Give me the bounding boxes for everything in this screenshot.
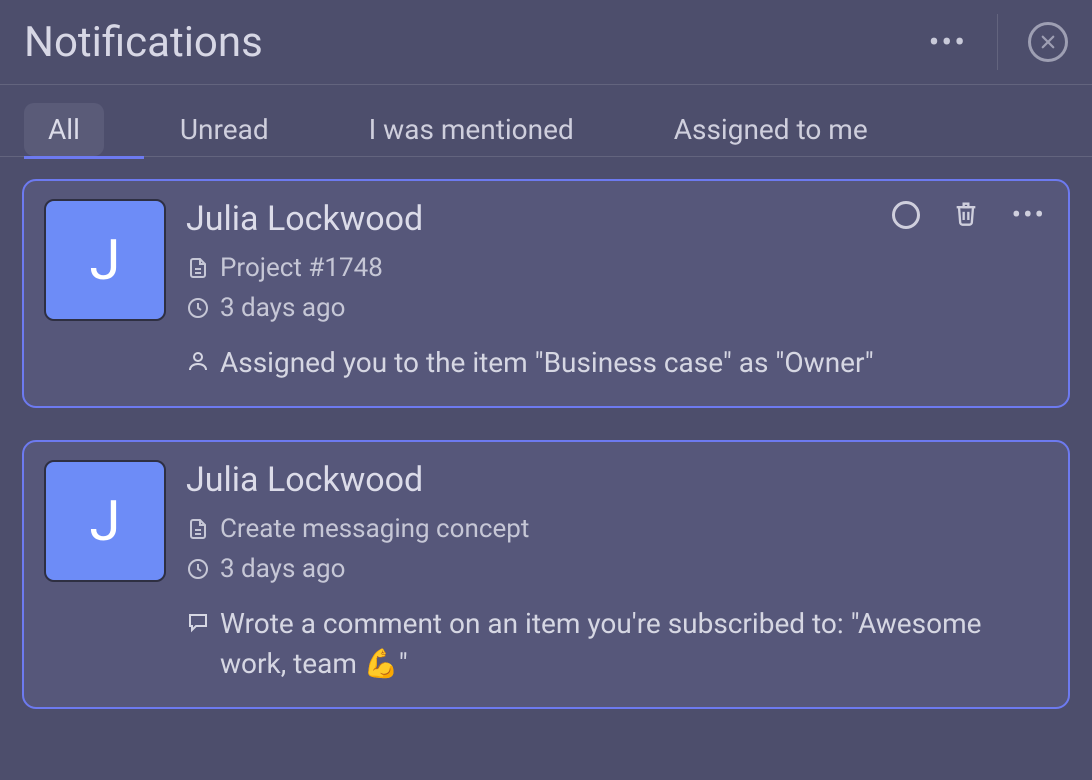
message-row: Wrote a comment on an item you're subscr… bbox=[186, 604, 1048, 685]
close-icon bbox=[1039, 33, 1057, 51]
tab-mentioned[interactable]: I was mentioned bbox=[345, 103, 598, 156]
tab-assigned[interactable]: Assigned to me bbox=[650, 103, 892, 156]
page-title: Notifications bbox=[24, 18, 263, 67]
clock-icon bbox=[186, 557, 210, 581]
circle-icon bbox=[892, 201, 920, 229]
notifications-list: J Julia Lockwood Project #1748 3 days ag… bbox=[0, 157, 1092, 731]
time-row: 3 days ago bbox=[186, 293, 1048, 323]
card-actions: ••• bbox=[892, 199, 1046, 231]
tab-all[interactable]: All bbox=[24, 103, 104, 156]
trash-icon bbox=[952, 199, 980, 227]
context-label: Project #1748 bbox=[220, 253, 383, 283]
close-button[interactable] bbox=[1028, 22, 1068, 62]
header-actions: ••• bbox=[929, 14, 1068, 70]
context-row: Project #1748 bbox=[186, 253, 1048, 283]
message-row: Assigned you to the item "Business case"… bbox=[186, 343, 1048, 384]
avatar: J bbox=[44, 460, 166, 582]
panel-header: Notifications ••• bbox=[0, 0, 1092, 84]
notification-card[interactable]: J Julia Lockwood Project #1748 3 days ag… bbox=[22, 179, 1070, 408]
header-more-icon[interactable]: ••• bbox=[929, 26, 967, 58]
notification-card[interactable]: J Julia Lockwood Create messaging concep… bbox=[22, 440, 1070, 709]
clock-icon bbox=[186, 296, 210, 320]
context-row: Create messaging concept bbox=[186, 514, 1048, 544]
document-icon bbox=[186, 256, 210, 280]
tab-unread[interactable]: Unread bbox=[156, 103, 293, 156]
avatar: J bbox=[44, 199, 166, 321]
header-divider bbox=[997, 14, 998, 70]
context-label: Create messaging concept bbox=[220, 514, 529, 544]
card-more-button[interactable]: ••• bbox=[1012, 208, 1046, 222]
active-tab-underline bbox=[24, 156, 144, 159]
time-row: 3 days ago bbox=[186, 554, 1048, 584]
sender-name: Julia Lockwood bbox=[186, 460, 1048, 500]
message-text: Assigned you to the item "Business case"… bbox=[220, 343, 874, 384]
notification-body: Julia Lockwood Create messaging concept … bbox=[186, 460, 1048, 685]
tabs-bar: All Unread I was mentioned Assigned to m… bbox=[0, 85, 1092, 156]
comment-icon bbox=[186, 610, 210, 634]
message-text: Wrote a comment on an item you're subscr… bbox=[220, 604, 1048, 685]
person-icon bbox=[186, 349, 210, 373]
time-label: 3 days ago bbox=[220, 554, 345, 584]
delete-button[interactable] bbox=[952, 199, 980, 231]
document-icon bbox=[186, 517, 210, 541]
time-label: 3 days ago bbox=[220, 293, 345, 323]
mark-read-button[interactable] bbox=[892, 201, 920, 229]
